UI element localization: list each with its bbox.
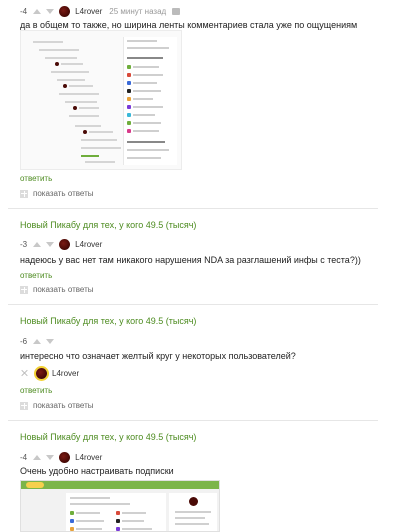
upvote-icon[interactable] (33, 338, 42, 344)
show-replies[interactable]: показать ответы (20, 189, 94, 198)
upvote-icon[interactable] (33, 241, 42, 247)
downvote-icon[interactable] (46, 8, 55, 14)
avatar[interactable] (59, 238, 71, 250)
divider (8, 304, 378, 305)
comment-meta: -4 L4rover (20, 450, 109, 464)
comment-text: надеюсь у вас нет там никакого нарушения… (20, 255, 361, 265)
answer-user-row: L4rover (20, 366, 86, 380)
username[interactable]: L4rover (75, 453, 102, 462)
post-title[interactable]: Новый Пикабу для тех, у кого 49.5 (тысяч… (20, 432, 196, 442)
comment-text: интересно что означает желтый круг у нек… (20, 351, 296, 361)
comment-image[interactable] (20, 480, 220, 532)
reply-link[interactable]: ответить (20, 174, 52, 183)
timestamp[interactable]: 25 минут назад (109, 7, 166, 16)
downvote-icon[interactable] (46, 338, 55, 344)
comment-score: -6 (20, 336, 28, 346)
post-title[interactable]: Новый Пикабу для тех, у кого 49.5 (тысяч… (20, 316, 196, 326)
downvote-icon[interactable] (46, 241, 55, 247)
downvote-icon[interactable] (46, 454, 55, 460)
comment-meta: -6 (20, 334, 59, 348)
comment-meta: -4 L4rover 25 минут назад (20, 4, 181, 18)
username[interactable]: L4rover (52, 369, 79, 378)
username[interactable]: L4rover (75, 7, 102, 16)
avatar[interactable] (59, 5, 71, 17)
upvote-icon[interactable] (33, 8, 42, 14)
close-icon[interactable] (20, 369, 28, 377)
comment-score: -4 (20, 452, 28, 462)
show-replies[interactable]: показать ответы (20, 285, 94, 294)
show-replies[interactable]: показать ответы (20, 401, 94, 410)
reply-link[interactable]: ответить (20, 271, 52, 280)
comment-text: Очень удобно настраивать подписки (20, 466, 174, 476)
post-title[interactable]: Новый Пикабу для тех, у кого 49.5 (тысяч… (20, 220, 196, 230)
avatar[interactable] (59, 451, 71, 463)
show-replies-label[interactable]: показать ответы (33, 401, 94, 410)
comment-score: -4 (20, 6, 28, 16)
show-replies-label[interactable]: показать ответы (33, 285, 94, 294)
expand-icon[interactable] (20, 401, 28, 410)
comment-image[interactable] (20, 30, 182, 170)
comment-score: -3 (20, 239, 28, 249)
upvote-icon[interactable] (33, 454, 42, 460)
expand-icon[interactable] (20, 285, 28, 294)
username[interactable]: L4rover (75, 240, 102, 249)
show-replies-label[interactable]: показать ответы (33, 189, 94, 198)
avatar[interactable] (36, 367, 47, 379)
divider (8, 420, 378, 421)
expand-icon[interactable] (20, 189, 28, 198)
save-icon[interactable] (172, 7, 181, 15)
divider (8, 208, 378, 209)
comment-meta: -3 L4rover (20, 237, 109, 251)
reply-link[interactable]: ответить (20, 386, 52, 395)
